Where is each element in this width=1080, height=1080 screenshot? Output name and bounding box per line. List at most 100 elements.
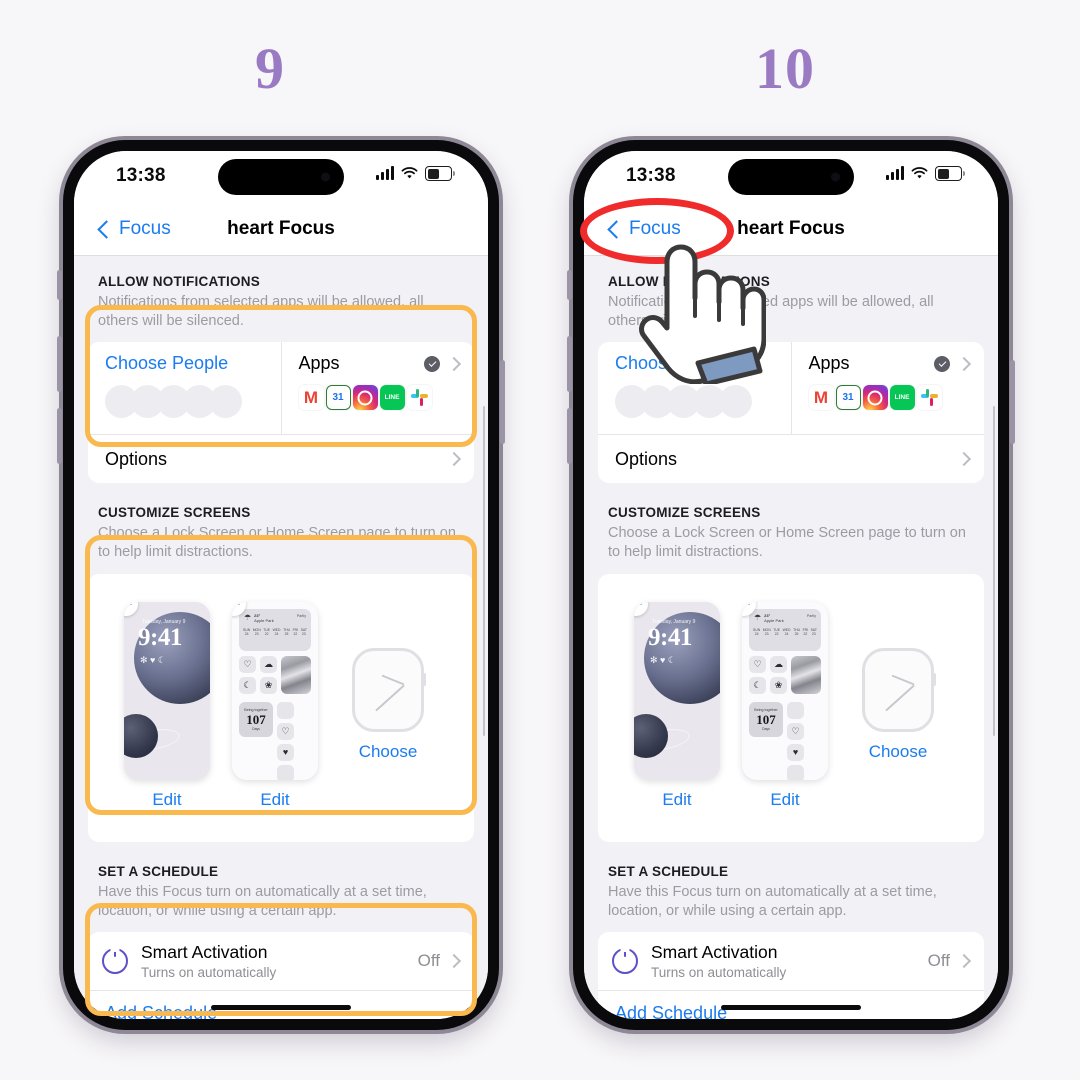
mini-app-icon-4: [277, 764, 294, 780]
scroll-indicator[interactable]: [992, 406, 995, 736]
verified-check-icon: [424, 355, 440, 372]
chevron-right-icon: [446, 452, 462, 467]
status-icons: [376, 166, 455, 181]
apps-label: Apps: [298, 353, 340, 374]
back-button-focus[interactable]: Focus: [607, 218, 681, 240]
home-indicator: [211, 1005, 351, 1010]
step-number-10: 10: [755, 36, 815, 101]
allowed-app-icons: [808, 385, 985, 411]
home-screen-edit-link[interactable]: Edit: [232, 790, 318, 810]
weather-condition: Partly: [296, 613, 306, 618]
cellular-bars-icon: [886, 166, 904, 180]
silence-switch[interactable]: [57, 270, 62, 300]
lock-screen-edit-link[interactable]: Edit: [634, 790, 720, 810]
front-camera-icon: [831, 172, 840, 182]
silence-switch[interactable]: [567, 270, 572, 300]
choose-people-cell[interactable]: Choose People: [88, 342, 281, 434]
chevron-left-icon: [97, 219, 116, 239]
watch-face-chooser[interactable]: Choose: [352, 647, 426, 762]
watch-hour-hand: [891, 674, 915, 685]
apps-cell[interactable]: Apps: [790, 342, 985, 435]
home-screen-preview[interactable]: ☂ 23° Apple Park Partly SUN 24 MON 23 TUE 22…: [232, 601, 318, 810]
choose-people-label: Choose People: [615, 353, 739, 374]
lock-screen-widgets: ✻ ♥ ☾: [140, 654, 166, 665]
days-counter-widget: Being together 107 Days: [239, 701, 273, 737]
back-button-focus[interactable]: Focus: [97, 218, 171, 240]
lock-screen-time: 9:41: [138, 623, 182, 651]
chevron-right-icon: [446, 356, 462, 371]
lock-screen-widgets: ✻ ♥ ☾: [650, 654, 676, 665]
status-time: 13:38: [116, 165, 166, 186]
heart-outline-app-icon: ♡: [749, 655, 766, 673]
set-a-schedule-description: Have this Focus turn on automatically at…: [608, 883, 937, 919]
watch-face-chooser[interactable]: Choose: [862, 647, 936, 762]
power-button[interactable]: [500, 360, 505, 444]
counter-unit: Days: [762, 726, 770, 731]
volume-up-button[interactable]: [567, 336, 572, 392]
google-calendar-app-icon: [325, 385, 351, 411]
verified-check-icon: [934, 355, 950, 372]
volume-up-button[interactable]: [57, 336, 62, 392]
lock-screen-preview[interactable]: Tuesday, January 9 9:41 ✻ ♥ ☾ Edit: [124, 601, 210, 810]
choose-people-cell[interactable]: Choose People: [598, 342, 791, 434]
chevron-right-icon: [956, 452, 972, 467]
allow-notifications-description: Notifications from selected apps will be…: [608, 294, 934, 330]
page-title: heart Focus: [227, 218, 335, 239]
smart-activation-subtitle: Turns on automatically: [651, 964, 787, 980]
allow-notifications-header: ALLOW NOTIFICATIONS: [98, 274, 260, 289]
mini-app-icon-1: [277, 701, 294, 719]
back-button-label: Focus: [629, 218, 681, 239]
weather-forecast-days: SUN 24 MON 23 TUE 22 WED 24 THU 25 FRI 22 SAT 2…: [753, 627, 817, 636]
smart-activation-row[interactable]: Smart Activation Turns on automatically …: [88, 932, 474, 990]
chevron-right-icon: [956, 356, 972, 371]
options-label: Options: [105, 448, 168, 469]
home-app-grid-bottom: Being together 107 Days ♡ ♥: [749, 701, 821, 780]
smart-activation-row[interactable]: Smart Activation Turns on automatically …: [598, 932, 984, 990]
allowed-app-icons: [298, 385, 475, 411]
volume-down-button[interactable]: [567, 408, 572, 464]
counter-title: Being together: [244, 707, 268, 712]
settings-content[interactable]: ALLOW NOTIFICATIONS Notifications from s…: [74, 256, 488, 1019]
moon-app-icon: ☾: [749, 676, 766, 694]
home-screen-edit-link[interactable]: Edit: [742, 790, 828, 810]
apps-cell[interactable]: Apps: [280, 342, 475, 435]
heart-outline-app-icon: ♡: [239, 655, 256, 673]
people-apps-row: Choose People Apps: [598, 342, 985, 435]
power-button[interactable]: [1010, 360, 1015, 444]
customize-screens-header: CUSTOMIZE SCREENS: [98, 505, 251, 521]
chevron-right-icon: [446, 953, 462, 968]
heart-filled-mini-icon: ♥: [787, 743, 804, 761]
cloud-app-icon: ☁: [260, 655, 277, 673]
volume-down-button[interactable]: [57, 408, 62, 464]
chevron-left-icon: [607, 219, 626, 239]
lock-screen-edit-link[interactable]: Edit: [124, 790, 210, 810]
watch-choose-link[interactable]: Choose: [862, 742, 934, 762]
set-a-schedule-header: SET A SCHEDULE: [608, 863, 729, 879]
home-screen-preview[interactable]: ☂ 23° Apple Park Partly SUN 24 MON 23 TUE 22…: [742, 601, 828, 810]
allow-notifications-card: Choose People Apps M 31 LINE Options: [598, 342, 985, 484]
weather-condition: Partly: [806, 613, 816, 618]
options-row[interactable]: Options: [88, 434, 474, 483]
line-app-icon: [889, 385, 915, 411]
wifi-icon: [911, 167, 928, 179]
lock-screen-preview[interactable]: Tuesday, January 9 9:41 ✻ ♥ ☾ Edit: [634, 601, 720, 810]
apple-watch-icon: [352, 647, 426, 732]
home-app-grid-top: ♡ ☾ ☁ ❀: [749, 655, 821, 694]
watch-hour-hand: [381, 674, 405, 685]
settings-content[interactable]: ALLOW NOTIFICATIONS Notifications from s…: [584, 256, 998, 1019]
battery-icon: [425, 166, 455, 181]
options-row[interactable]: Options: [598, 434, 984, 483]
home-indicator: [721, 1005, 861, 1010]
watch-choose-link[interactable]: Choose: [352, 742, 424, 762]
photo-widget: [791, 655, 821, 694]
people-avatars: [615, 385, 791, 419]
set-a-schedule-header: SET A SCHEDULE: [98, 863, 219, 879]
google-calendar-app-icon: [835, 385, 861, 411]
power-icon: [612, 947, 638, 974]
mini-app-icon-4: [787, 764, 804, 780]
navigation-bar: Focus heart Focus: [74, 203, 488, 256]
tutorial-stage: 9 10 13:38 Focus heart Focus ALLOW NOTIF…: [0, 0, 1080, 1080]
photo-widget: [281, 655, 311, 694]
heart-outline-mini-icon: ♡: [277, 722, 294, 740]
scroll-indicator[interactable]: [482, 406, 485, 736]
